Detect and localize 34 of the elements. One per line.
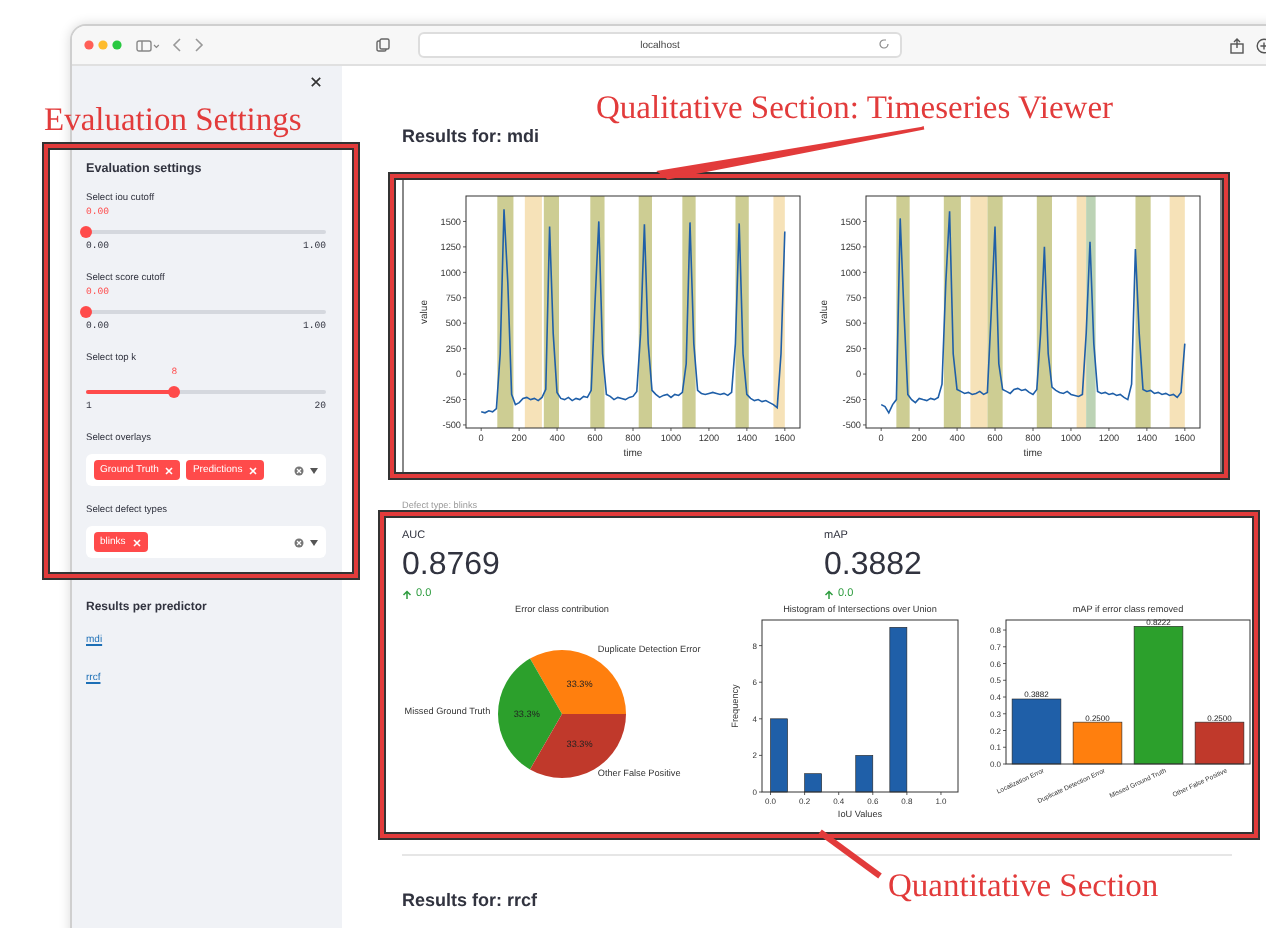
back-icon[interactable] <box>172 38 182 52</box>
clear-icon[interactable] <box>294 537 304 547</box>
annotation-label: Qualitative Section: Timeseries Viewer <box>596 88 1114 128</box>
bar <box>855 755 874 793</box>
slider-thumb[interactable] <box>80 306 92 318</box>
slider-thumb[interactable] <box>80 226 92 238</box>
reload-icon[interactable] <box>878 38 890 50</box>
slider-thumb[interactable] <box>168 386 181 398</box>
caret-icon[interactable] <box>310 467 318 473</box>
sidebar-toggle-icon[interactable] <box>136 39 160 51</box>
leader-line <box>818 829 882 879</box>
up-arrow-icon <box>402 589 412 599</box>
remove-icon[interactable] <box>248 465 259 475</box>
results-heading: Results for: rrcf <box>402 890 538 910</box>
metric-value: 0.3882 <box>824 548 924 584</box>
annotation-label: Evaluation Settings <box>44 100 302 140</box>
up-arrow-icon <box>824 589 834 599</box>
window-buttons[interactable] <box>84 40 124 50</box>
tabs-icon[interactable] <box>376 38 390 52</box>
metric-value: 0.8769 <box>402 548 502 584</box>
remove-icon[interactable] <box>164 465 175 475</box>
remove-icon[interactable] <box>131 537 142 547</box>
annotation-label: Quantitative Section <box>888 866 1159 906</box>
caret-icon[interactable] <box>310 539 318 545</box>
share-icon[interactable] <box>1230 37 1244 53</box>
results-heading: Results for: mdi <box>402 126 540 146</box>
bar <box>1011 698 1062 765</box>
bar <box>1072 721 1123 765</box>
close-icon[interactable] <box>310 76 322 88</box>
bar <box>1133 626 1184 765</box>
clear-icon[interactable] <box>294 465 304 475</box>
bar <box>770 718 788 793</box>
bar <box>1194 721 1245 765</box>
forward-icon[interactable] <box>194 38 204 52</box>
